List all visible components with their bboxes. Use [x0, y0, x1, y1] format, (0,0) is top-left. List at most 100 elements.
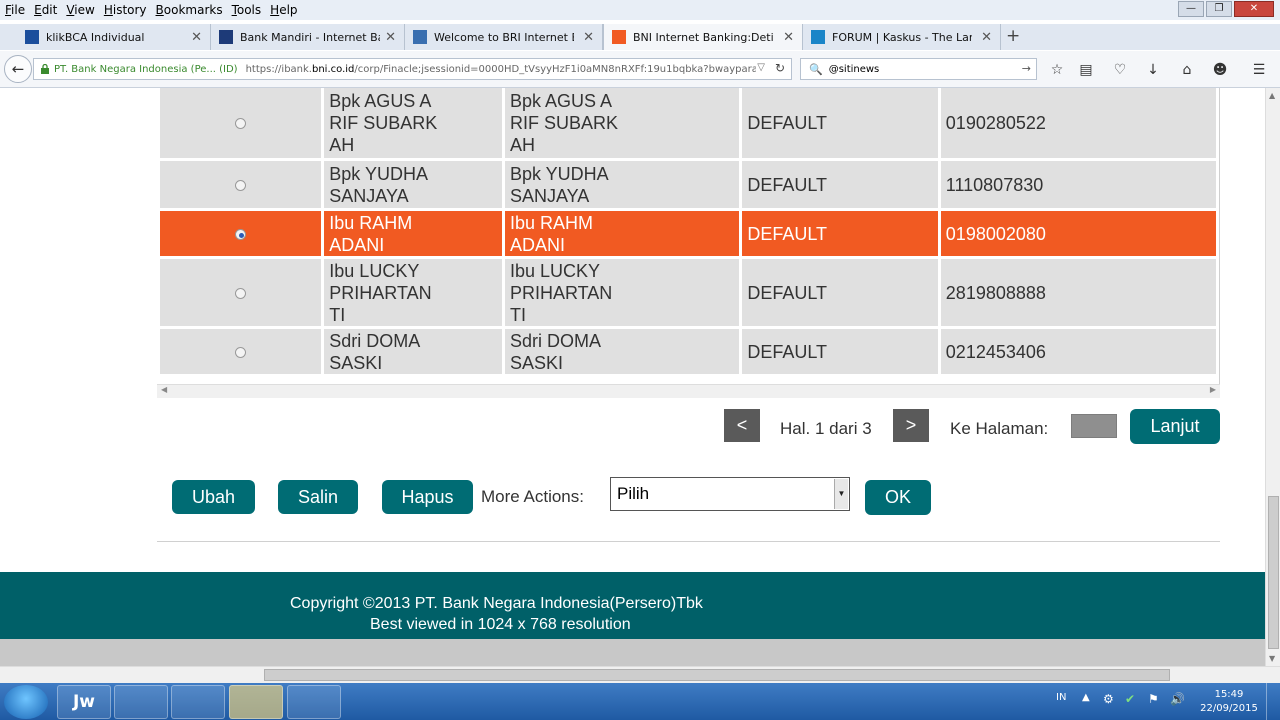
volume-icon[interactable]: 🔊 [1170, 692, 1185, 706]
grid-horizontal-scrollbar[interactable]: ◀ ▶ [157, 384, 1220, 398]
go-page-button[interactable]: Lanjut [1130, 409, 1220, 444]
home-icon[interactable]: ⌂ [1177, 60, 1197, 80]
downloads-icon[interactable]: ↓ [1143, 60, 1163, 80]
action-center-icon[interactable]: ⚑ [1148, 692, 1159, 706]
menu-item[interactable]: Bookmarks [151, 3, 227, 17]
scroll-right-icon[interactable]: ▶ [1210, 385, 1216, 394]
account-type-cell: DEFAULT [742, 161, 938, 208]
vertical-scroll-thumb[interactable] [1268, 496, 1279, 649]
reading-list-icon[interactable]: ▤ [1076, 60, 1096, 80]
tab-bar: klikBCA Individual ✕ Bank Mandiri - Intern… [0, 24, 1280, 50]
browser-tab[interactable]: Welcome to BRI Internet B... ✕ [405, 24, 603, 50]
cell-text-line: PRIHARTAN [509, 282, 613, 303]
new-tab-button[interactable]: + [1006, 26, 1020, 46]
row-select-cell[interactable] [160, 259, 322, 326]
footer-resolution: Best viewed in 1024 x 768 resolution [370, 616, 631, 633]
next-page-button[interactable]: > [893, 409, 929, 442]
url-bar[interactable]: PT. Bank Negara Indonesia (Pe... (ID) ht… [33, 58, 792, 80]
security-tray-icon[interactable]: ✔ [1125, 692, 1135, 706]
ie-icon[interactable] [287, 685, 341, 719]
scroll-up-icon[interactable]: ▲ [1269, 91, 1275, 100]
site-identity[interactable]: PT. Bank Negara Indonesia (Pe... (ID) [54, 64, 246, 75]
pocket-icon[interactable]: ♡ [1110, 60, 1130, 80]
bookmark-star-icon[interactable]: ☆ [1047, 60, 1067, 80]
page-vertical-scrollbar[interactable]: ▲ ▼ [1265, 88, 1280, 666]
clock[interactable]: 15:49 22/09/2015 [1197, 688, 1261, 716]
search-input[interactable] [828, 63, 1019, 75]
show-desktop-button[interactable] [1266, 683, 1280, 720]
cell-text-line: Ibu LUCKY [509, 260, 600, 281]
url-text[interactable]: https://ibank.bni.co.id/corp/Finacle;jse… [246, 64, 756, 75]
minimize-button[interactable]: — [1178, 1, 1204, 17]
hamburger-menu-icon[interactable]: ☰ [1249, 60, 1269, 80]
row-radio[interactable] [235, 346, 247, 358]
scroll-down-icon[interactable]: ▼ [1269, 654, 1275, 663]
tab-close-icon[interactable]: ✕ [583, 30, 594, 45]
jw-app-icon[interactable]: Jw [57, 685, 111, 719]
browser-tab[interactable]: BNI Internet Banking:Detil ... ✕ [603, 24, 803, 50]
row-select-cell[interactable] [160, 211, 322, 256]
tab-close-icon[interactable]: ✕ [783, 30, 794, 45]
search-bar[interactable]: 🔍 → [800, 58, 1037, 80]
tab-close-icon[interactable]: ✕ [981, 30, 992, 45]
tab-close-icon[interactable]: ✕ [385, 30, 396, 45]
notepad-icon[interactable] [114, 685, 168, 719]
firefox-icon[interactable] [171, 685, 225, 719]
ok-button[interactable]: OK [865, 480, 931, 515]
menu-item[interactable]: Edit [29, 3, 61, 17]
reload-icon[interactable]: ↻ [775, 61, 785, 75]
scroll-left-icon[interactable]: ◀ [161, 385, 167, 394]
menu-item[interactable]: Help [265, 3, 301, 17]
page-horizontal-scrollbar[interactable] [0, 666, 1280, 683]
table-row[interactable]: Sdri DOMA SASKI Sdri DOMA SASKI DEFAULT 02124… [160, 329, 1216, 374]
page-info: Hal. 1 dari 3 [780, 419, 872, 438]
browser-tab[interactable]: klikBCA Individual ✕ [17, 24, 211, 50]
prev-page-button[interactable]: < [724, 409, 760, 442]
search-go-icon[interactable]: → [1022, 62, 1031, 75]
bca-icon [25, 30, 39, 44]
row-radio[interactable] [235, 179, 247, 191]
horizontal-scroll-thumb[interactable] [264, 669, 1170, 681]
clock-time: 15:49 [1214, 689, 1244, 700]
close-window-button[interactable]: ✕ [1234, 1, 1274, 17]
row-select-cell[interactable] [160, 329, 322, 374]
taskbar: Jw IN ▲ ⚙ ✔ ⚑ 🔊 15:49 22/09/2015 [0, 683, 1280, 720]
language-indicator[interactable]: IN [1056, 692, 1066, 703]
browser-tab[interactable]: FORUM | Kaskus - The Larg... ✕ [803, 24, 1001, 50]
row-radio[interactable] [235, 228, 247, 240]
paint-icon[interactable] [229, 685, 283, 719]
table-row[interactable]: Bpk AGUS A RIF SUBARK AH Bpk AGUS A RIF SUBA… [160, 88, 1216, 158]
table-row[interactable]: Ibu RAHM ADANI Ibu RAHM ADANI DEFAULT 0198002… [160, 211, 1216, 256]
edit-button[interactable]: Ubah [172, 480, 255, 514]
table-row[interactable]: Bpk YUDHA SANJAYA Bpk YUDHA SANJAYA DEFAULT 1… [160, 161, 1216, 208]
chat-icon[interactable]: ☻ [1210, 60, 1230, 80]
bni-icon [612, 30, 626, 44]
menu-item[interactable]: Tools [227, 3, 266, 17]
kaskus-icon [811, 30, 825, 44]
more-actions-select[interactable]: Pilih ▼ [610, 477, 850, 511]
back-button[interactable]: ← [4, 55, 32, 83]
row-select-cell[interactable] [160, 161, 322, 208]
menu-item[interactable]: View [61, 3, 98, 17]
url-dropdown-icon[interactable]: ▽ [757, 62, 765, 73]
tray-expand-icon[interactable]: ▲ [1082, 692, 1090, 703]
cell-text-line: RIF SUBARK [329, 113, 438, 133]
cell-text-line: AH [329, 135, 355, 155]
maximize-button[interactable]: ❐ [1206, 1, 1232, 17]
browser-tab[interactable]: Bank Mandiri - Internet Ba... ✕ [211, 24, 405, 50]
menu-item[interactable]: History [99, 3, 151, 17]
menu-item[interactable]: File [0, 3, 29, 17]
tab-close-icon[interactable]: ✕ [191, 30, 202, 45]
network-tray-icon[interactable]: ⚙ [1103, 692, 1114, 706]
copy-button[interactable]: Salin [278, 480, 358, 514]
delete-button[interactable]: Hapus [382, 480, 473, 514]
goto-page-input[interactable] [1071, 414, 1117, 438]
cell-text-line: Bpk YUDHA [329, 163, 428, 184]
row-select-cell[interactable] [160, 88, 322, 158]
windows-start-icon[interactable] [4, 685, 48, 719]
tab-label: Welcome to BRI Internet B... [434, 30, 574, 44]
row-radio[interactable] [235, 287, 247, 299]
table-row[interactable]: Ibu LUCKY PRIHARTAN TI Ibu LUCKY PRIHARTAN TI… [160, 259, 1216, 326]
row-radio[interactable] [235, 118, 247, 129]
dropdown-arrow-icon[interactable]: ▼ [834, 479, 848, 509]
